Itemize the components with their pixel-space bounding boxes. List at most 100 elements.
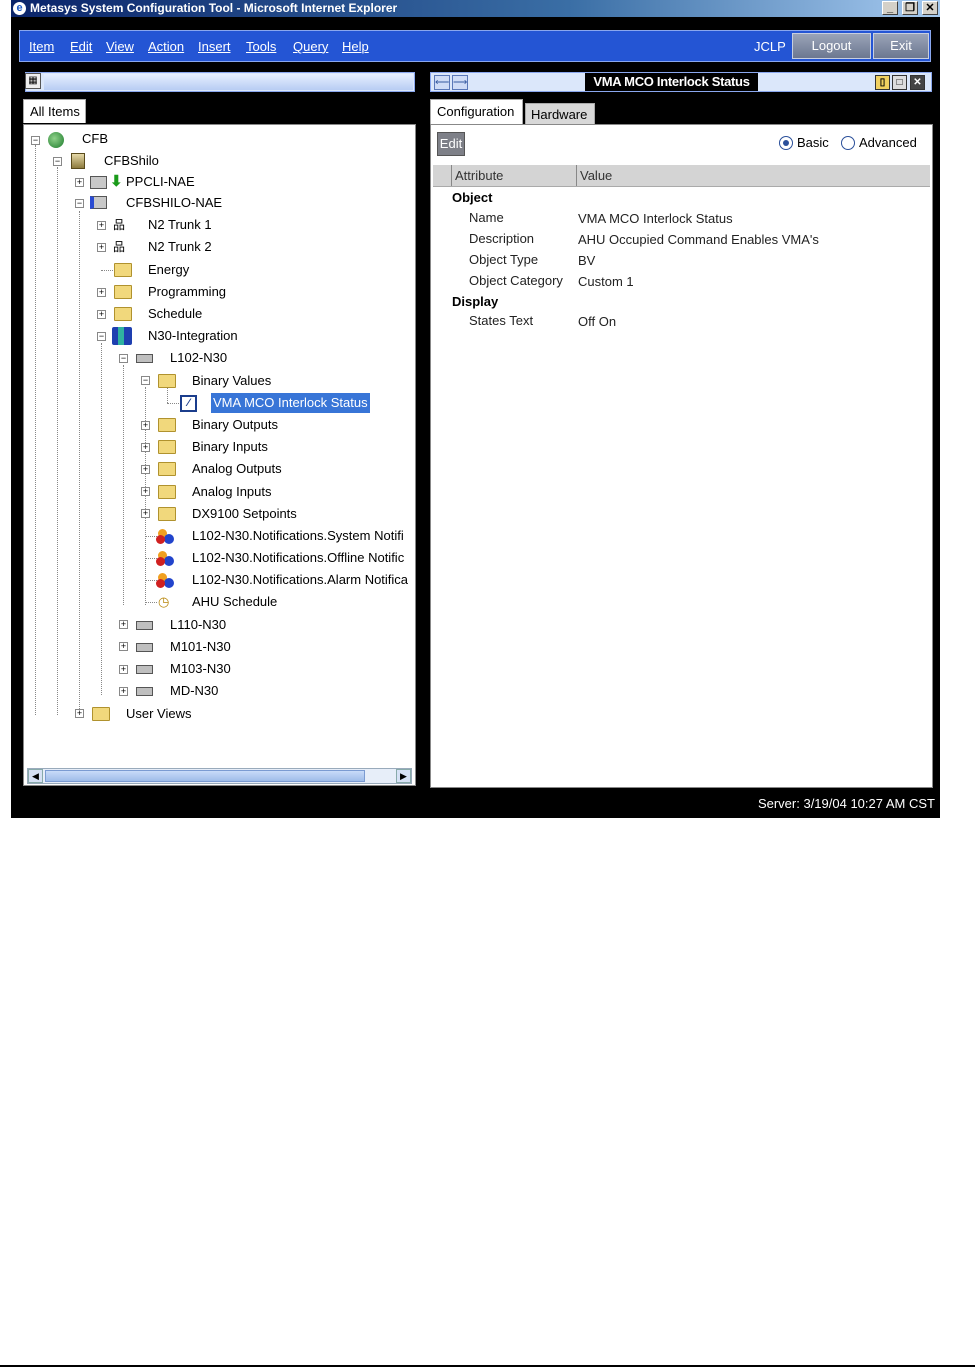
expander-binary-inputs[interactable]: + <box>141 443 150 452</box>
expander-ppcli[interactable]: + <box>75 178 84 187</box>
menu-insert[interactable]: Insert <box>198 39 231 54</box>
maximize-panel-icon[interactable]: □ <box>892 75 907 90</box>
back-arrow-icon[interactable]: ⟵ <box>434 75 450 90</box>
tab-configuration[interactable]: Configuration <box>430 99 523 125</box>
scroll-right-icon[interactable]: ▶ <box>396 769 411 783</box>
field-controller-icon <box>136 687 153 696</box>
expander-n2-trunk-2[interactable]: + <box>97 243 106 252</box>
column-header-value[interactable]: Value <box>576 165 842 186</box>
expander-l102-n30[interactable]: − <box>119 354 128 363</box>
menu-item[interactable]: Item <box>29 39 54 54</box>
tree-node-notification-alarm[interactable]: L102-N30.Notifications.Alarm Notifica <box>192 571 408 589</box>
expander-n2-trunk-1[interactable]: + <box>97 221 106 230</box>
expander-cfbshilo-nae[interactable]: − <box>75 199 84 208</box>
expander-programming[interactable]: + <box>97 288 106 297</box>
tree-node-programming[interactable]: Programming <box>148 283 226 301</box>
tree-node-analog-outputs[interactable]: Analog Outputs <box>192 460 282 478</box>
notification-icon-part <box>156 557 165 566</box>
tree-node-m103-n30[interactable]: M103-N30 <box>170 660 231 678</box>
tree-node-analog-inputs[interactable]: Analog Inputs <box>192 483 272 501</box>
ie-logo-icon: e <box>13 2 26 15</box>
expander-user-views[interactable]: + <box>75 709 84 718</box>
tree-horizontal-scrollbar[interactable]: ◀ ▶ <box>27 768 412 784</box>
expander-binary-values[interactable]: − <box>141 376 150 385</box>
tree-node-ppcli-nae[interactable]: PPCLI-NAE <box>126 173 195 191</box>
expander-schedule[interactable]: + <box>97 310 106 319</box>
scroll-thumb[interactable] <box>45 770 365 782</box>
tree-node-n2-trunk-1[interactable]: N2 Trunk 1 <box>148 216 212 234</box>
advanced-radio[interactable] <box>841 136 855 150</box>
expander-l110-n30[interactable]: + <box>119 620 128 629</box>
menu-view[interactable]: View <box>106 39 134 54</box>
tree-node-cfb[interactable]: CFB <box>82 130 108 148</box>
tree-node-l102-n30[interactable]: L102-N30 <box>170 349 227 367</box>
tab-all-items[interactable]: All Items <box>23 99 86 123</box>
tree-node-m101-n30[interactable]: M101-N30 <box>170 638 231 656</box>
panel-menu-icon[interactable]: ▦ <box>25 73 41 89</box>
close-panel-icon[interactable]: ✕ <box>910 75 925 90</box>
tree-node-energy[interactable]: Energy <box>148 261 189 279</box>
nae-device-icon <box>90 196 107 209</box>
folder-icon <box>114 263 132 277</box>
tree-node-cfbshilo[interactable]: CFBShilo <box>104 152 159 170</box>
tree-node-md-n30[interactable]: MD-N30 <box>170 682 218 700</box>
restore-button[interactable]: ❐ <box>902 1 918 15</box>
table-header: Attribute Value <box>433 165 930 187</box>
menu-query[interactable]: Query <box>293 39 328 54</box>
tree-node-binary-outputs[interactable]: Binary Outputs <box>192 416 278 434</box>
basic-radio[interactable] <box>779 136 793 150</box>
expander-n30-integration[interactable]: − <box>97 332 106 341</box>
logout-button[interactable]: Logout <box>792 33 871 59</box>
tree-line <box>145 602 157 603</box>
tree-node-binary-values[interactable]: Binary Values <box>192 372 271 390</box>
tree-node-n2-trunk-2[interactable]: N2 Trunk 2 <box>148 238 212 256</box>
menu-edit[interactable]: Edit <box>70 39 92 54</box>
tree-line <box>167 387 168 403</box>
dock-icon[interactable]: ▯ <box>875 75 890 90</box>
panel-splitter[interactable] <box>418 68 426 789</box>
expander-analog-inputs[interactable]: + <box>141 487 150 496</box>
tree-node-l110-n30[interactable]: L110-N30 <box>170 616 226 634</box>
tree-node-vma-mco-interlock-status[interactable]: VMA MCO Interlock Status <box>211 393 370 413</box>
expander-cfbshilo[interactable]: − <box>53 157 62 166</box>
tree-node-notification-offline[interactable]: L102-N30.Notifications.Offline Notific <box>192 549 404 567</box>
left-panel-header-fill <box>44 74 413 90</box>
tree-node-dx9100-setpoints[interactable]: DX9100 Setpoints <box>192 505 297 523</box>
minimize-button[interactable]: _ <box>882 1 898 15</box>
edit-button[interactable]: Edit <box>437 132 465 156</box>
tree-node-n30-integration[interactable]: N30-Integration <box>148 327 238 345</box>
schedule-clock-icon: ◷ <box>158 594 170 609</box>
menu-action[interactable]: Action <box>148 39 184 54</box>
tree-node-ahu-schedule[interactable]: AHU Schedule <box>192 593 277 611</box>
expander-binary-outputs[interactable]: + <box>141 421 150 430</box>
column-header-attribute[interactable]: Attribute <box>451 165 573 186</box>
expander-analog-outputs[interactable]: + <box>141 465 150 474</box>
close-button[interactable]: ✕ <box>922 1 938 15</box>
expander-md-n30[interactable]: + <box>119 687 128 696</box>
panel-title: VMA MCO Interlock Status <box>585 73 758 91</box>
scroll-left-icon[interactable]: ◀ <box>28 769 43 783</box>
menu-help[interactable]: Help <box>342 39 369 54</box>
globe-icon <box>48 132 64 148</box>
building-icon <box>71 153 85 169</box>
expander-cfb[interactable]: − <box>31 136 40 145</box>
attribute-label: States Text <box>469 313 534 328</box>
notification-icon-part <box>164 534 174 544</box>
attribute-value: Off On <box>578 314 617 329</box>
tree-node-user-views[interactable]: User Views <box>126 705 192 723</box>
expander-dx9100-setpoints[interactable]: + <box>141 509 150 518</box>
tree-line <box>101 270 113 271</box>
tree-node-schedule[interactable]: Schedule <box>148 305 202 323</box>
basic-label: Basic <box>797 135 829 150</box>
tree-node-cfbshilo-nae[interactable]: CFBSHILO-NAE <box>126 194 222 212</box>
section-object: Object <box>452 190 493 205</box>
attribute-value: AHU Occupied Command Enables VMA's <box>578 232 819 247</box>
expander-m101-n30[interactable]: + <box>119 642 128 651</box>
forward-arrow-icon[interactable]: ⟶ <box>452 75 468 90</box>
expander-m103-n30[interactable]: + <box>119 665 128 674</box>
tab-hardware[interactable]: Hardware <box>525 103 595 125</box>
exit-button[interactable]: Exit <box>873 33 929 59</box>
tree-node-notification-system[interactable]: L102-N30.Notifications.System Notifi <box>192 527 404 545</box>
tree-node-binary-inputs[interactable]: Binary Inputs <box>192 438 268 456</box>
menu-tools[interactable]: Tools <box>246 39 276 54</box>
